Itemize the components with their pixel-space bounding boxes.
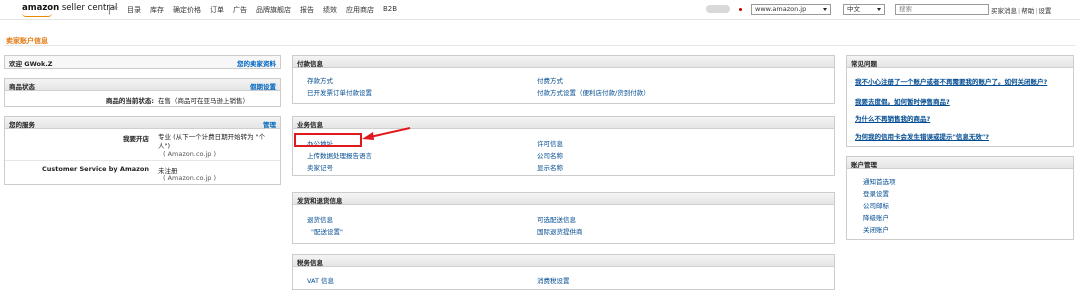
payment-info-box: 付款信息 存款方式 已开发票订单付款设置 付费方式 付款方式设置（便利店付款/货… [292,55,835,104]
consumption-tax-link[interactable]: 消费税设置 [537,275,570,285]
service-cs-market: ( Amazon.co.jp ) [163,174,216,182]
divider [5,160,280,161]
nav-orders[interactable]: 订单 [210,5,224,15]
services-header: 您的服务 管理 [5,117,280,129]
vat-info-link[interactable]: VAT 信息 [307,275,334,285]
downgrade-account-link[interactable]: 降级账户 [863,212,889,222]
nav-catalog[interactable]: 目录 [127,5,141,15]
nav-advertising[interactable]: 广告 [233,5,247,15]
service-selling-value: 专业 (从下一个计费日期开始转为 "个人") [158,133,266,150]
nav-inventory[interactable]: 库存 [150,5,164,15]
seller-central-logo[interactable]: amazon seller central [22,3,117,17]
buyer-messages-link[interactable]: 买家消息 [991,7,1017,15]
nav-appstore[interactable]: 应用商店 [346,5,374,15]
shipping-settings-link[interactable]: "配送设置" [311,226,343,236]
welcome-text: 欢迎 GWok.Z [9,60,53,68]
business-info-box: 业务信息 办公地址 上传数据处理报告语言 卖家记号 许可信息 公司名称 显示名称 [292,116,835,176]
chevron-down-icon [823,8,827,11]
account-name-masked [706,5,730,13]
shipping-info-header: 发货和退货信息 [293,193,834,205]
faq-close-account-link[interactable]: 我不小心注册了一个账户或者不再需要我的账户了。如何关闭账户? [855,76,1047,86]
listing-status-box: 商品状态 假期设置 商品的当前状态: 在售（商品可在亚马逊上销售） [4,78,281,107]
service-selling-market: ( Amazon.co.jp ) [163,150,216,158]
optional-shipping-link[interactable]: 可选配送信息 [537,214,576,224]
nav-reports[interactable]: 报告 [300,5,314,15]
main-nav: 目录 库存 确定价格 订单 广告 品牌旗舰店 报告 绩效 应用商店 B2B [127,5,406,15]
faq-credit-card-link[interactable]: 为何我的信用卡会发生错误或提示"信息无效"? [855,131,989,141]
seller-profile-link[interactable]: 您的卖家资料 [237,58,276,68]
logo-amazon-text: amazon [22,3,60,13]
marketplace-select[interactable]: www.amazon.jp [751,4,831,15]
display-name-link[interactable]: 显示名称 [537,162,563,172]
divider [4,45,1076,46]
company-name-link[interactable]: 公司名称 [537,150,563,160]
search-placeholder: 搜索 [899,5,912,13]
nav-stores[interactable]: 品牌旗舰店 [256,5,291,15]
service-selling-label: 我要开店 [123,135,149,143]
faq-box: 常见问题 我不小心注册了一个账户或者不再需要我的账户了。如何关闭账户? 我要去度… [846,55,1074,147]
faq-header: 常见问题 [847,56,1073,68]
listing-status-label: 商品的当前状态: [105,97,154,105]
status-dot [739,8,742,11]
tax-info-header: 税务信息 [293,255,834,267]
payment-method-settings-link[interactable]: 付款方式设置（便利店付款/货到付款） [537,87,650,97]
services-title: 您的服务 [9,121,35,129]
notification-preferences-link[interactable]: 通知首选项 [863,176,896,186]
language-select[interactable]: 中文 [843,4,885,15]
license-info-link[interactable]: 许可信息 [537,138,563,148]
account-management-box: 账户管理 通知首选项 登录设置 公司邮标 降级账户 关闭账户 [846,156,1074,240]
company-logo-link[interactable]: 公司邮标 [863,200,889,210]
red-arrow-icon [362,127,411,140]
close-account-link[interactable]: 关闭账户 [863,224,889,234]
faq-vacation-link[interactable]: 我要去度假。如何暂时停售商品? [855,96,950,106]
welcome-box: 欢迎 GWok.Z 您的卖家资料 [4,55,281,69]
marketplace-value: www.amazon.jp [755,5,807,13]
seller-token-link[interactable]: 卖家记号 [307,162,333,172]
top-links: 买家消息|帮助|设置 [991,7,1052,15]
language-value: 中文 [847,5,860,13]
faq-not-selling-link[interactable]: 为什么不再销售我的商品? [855,113,930,123]
listing-status-title: 商品状态 [9,83,35,91]
nav-b2b[interactable]: B2B [383,5,397,15]
services-box: 您的服务 管理 我要开店 专业 (从下一个计费日期开始转为 "个人") ( Am… [4,116,281,185]
deposit-method-link[interactable]: 存款方式 [307,75,333,85]
invoiced-order-payment-link[interactable]: 已开发票订单付款设置 [307,87,372,97]
help-link[interactable]: 帮助 [1021,7,1034,15]
account-management-header: 账户管理 [847,157,1073,169]
nav-pricing[interactable]: 确定价格 [173,5,201,15]
chevron-down-icon [877,8,881,11]
vacation-settings-link[interactable]: 假期设置 [250,81,276,91]
login-settings-link[interactable]: 登录设置 [863,188,889,198]
flag-icon[interactable] [108,4,118,15]
charge-method-link[interactable]: 付费方式 [537,75,563,85]
return-info-link[interactable]: 退货信息 [307,214,333,224]
payment-info-header: 付款信息 [293,56,834,68]
manage-services-link[interactable]: 管理 [263,119,276,129]
top-bar: amazon seller central 目录 库存 确定价格 订单 广告 品… [0,0,1080,20]
shipping-info-box: 发货和退货信息 退货信息 "配送设置" 可选配送信息 国际退货提供商 [292,192,835,244]
nav-performance[interactable]: 绩效 [323,5,337,15]
tax-info-box: 税务信息 VAT 信息 消费税设置 [292,254,835,290]
search-input[interactable]: 搜索 [895,4,989,15]
listing-status-header: 商品状态 假期设置 [5,79,280,91]
office-address-highlight [294,133,362,147]
settings-link[interactable]: 设置 [1038,7,1051,15]
intl-returns-provider-link[interactable]: 国际退货提供商 [537,226,583,236]
upload-report-language-link[interactable]: 上传数据处理报告语言 [307,150,372,160]
listing-status-value: 在售（商品可在亚马逊上销售） [158,97,249,105]
service-cs-label: Customer Service by Amazon [42,165,149,173]
